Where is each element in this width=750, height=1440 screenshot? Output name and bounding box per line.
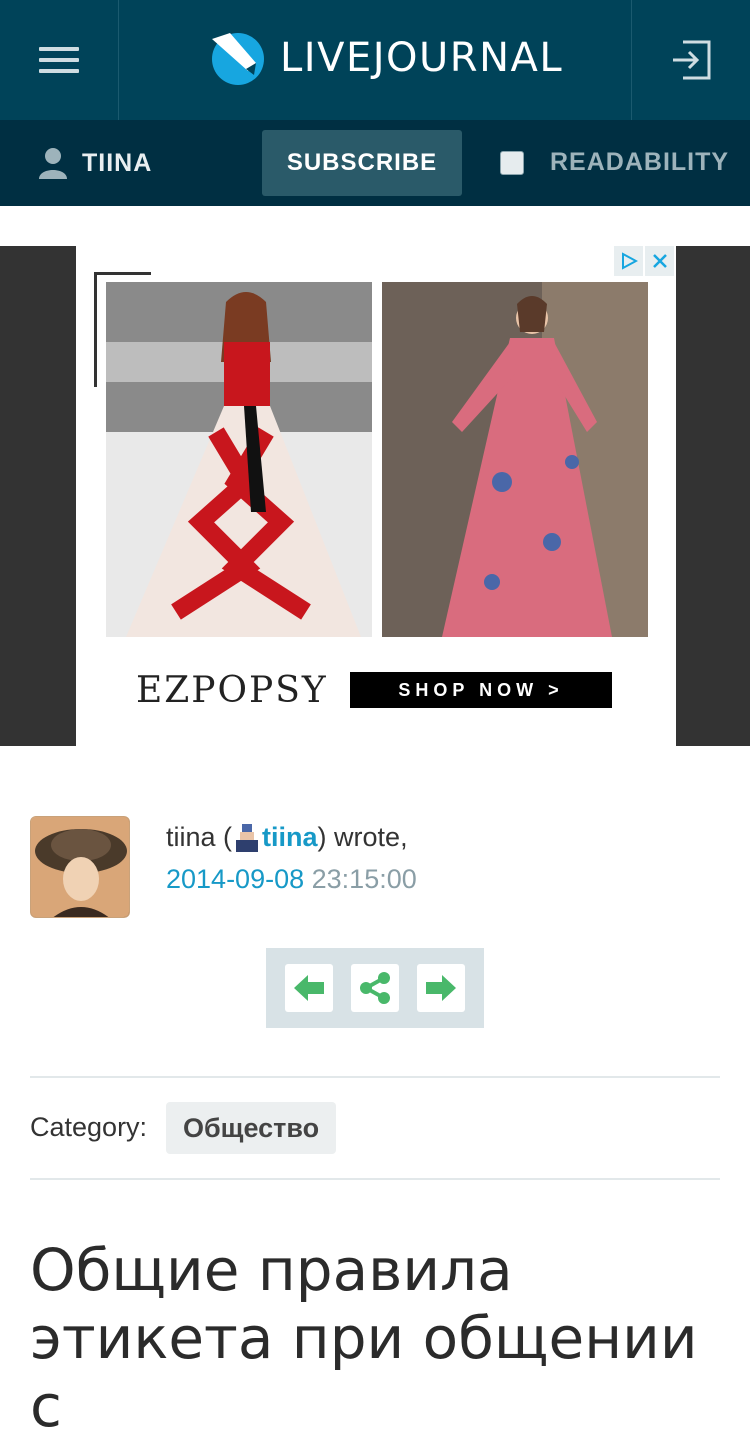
author-avatar[interactable] — [30, 816, 130, 918]
readability-checkbox[interactable] — [500, 150, 524, 175]
subscribe-button[interactable]: SUBSCRIBE — [262, 130, 462, 196]
menu-button[interactable] — [0, 0, 119, 120]
ad-choices-controls — [614, 246, 676, 276]
paren-open: ( — [215, 822, 233, 852]
user-icon — [39, 148, 67, 179]
paren-close: ) — [317, 822, 335, 852]
post-datetime: 2014-09-08 23:15:00 — [166, 864, 417, 895]
livejournal-logo[interactable]: LIVEJOURNAL — [208, 28, 563, 88]
ad-banner[interactable]: EZPOPSY SHOP NOW > — [76, 246, 676, 746]
journal-username: TIINA — [82, 148, 153, 177]
journal-bar: TIINA SUBSCRIBE READABILITY — [0, 120, 750, 206]
livejournal-logo-icon — [212, 33, 264, 85]
ad-photo-floral-dress — [382, 282, 648, 637]
user-head-icon — [236, 823, 259, 852]
divider-top — [30, 1076, 720, 1078]
author-name: tiina — [166, 822, 216, 852]
ad-photo-red-dress — [106, 282, 372, 637]
login-button[interactable] — [631, 0, 750, 120]
share-icon — [360, 972, 390, 1004]
divider-bottom — [30, 1178, 720, 1180]
ad-shop-now-button[interactable]: SHOP NOW > — [350, 672, 612, 708]
arrow-left-icon — [294, 975, 324, 1001]
hamburger-menu-icon — [39, 40, 79, 80]
category-tag[interactable]: Общество — [166, 1102, 337, 1154]
next-post-button[interactable] — [417, 964, 465, 1012]
wrote-text: wrote, — [334, 822, 408, 852]
journal-user[interactable]: TIINA — [38, 146, 152, 180]
ad-close-icon[interactable] — [645, 246, 674, 276]
post-date-link[interactable]: 2014-09-08 — [166, 864, 304, 894]
readability-label: READABILITY — [550, 148, 730, 176]
post-time: 23:15:00 — [311, 864, 417, 894]
post-author-line: tiina ( tiina ) wrote, — [166, 822, 408, 853]
previous-post-button[interactable] — [285, 964, 333, 1012]
logo-text: LIVEJOURNAL — [280, 35, 564, 81]
ad-banner-area: EZPOPSY SHOP NOW > — [0, 246, 750, 746]
ad-brand-name: EZPOPSY — [136, 670, 328, 711]
readability-toggle[interactable]: READABILITY — [500, 148, 729, 177]
login-icon — [673, 40, 711, 80]
top-header: LIVEJOURNAL — [0, 0, 750, 120]
author-profile-link[interactable]: tiina — [262, 822, 318, 853]
category-label: Category: — [30, 1112, 148, 1142]
post-nav-controls — [266, 948, 484, 1028]
share-button[interactable] — [351, 964, 399, 1012]
arrow-right-icon — [426, 975, 456, 1001]
ad-choices-icon[interactable] — [614, 246, 643, 276]
post-title: Общие правила этикета при общении с — [30, 1236, 698, 1440]
